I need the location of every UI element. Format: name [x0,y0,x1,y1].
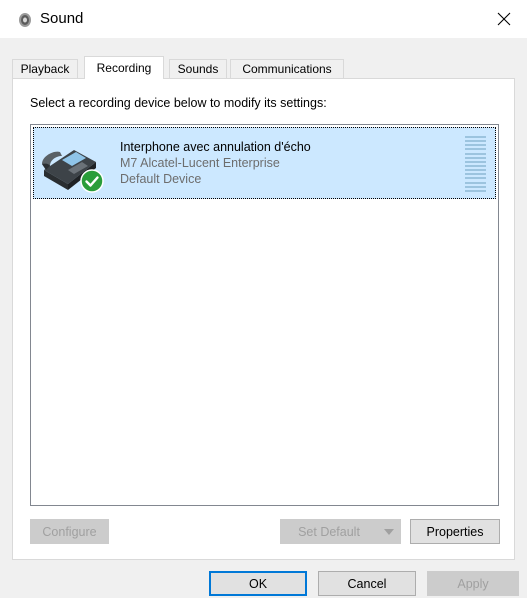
tab-playback[interactable]: Playback [12,59,78,78]
device-list-item[interactable]: Interphone avec annulation d'écho M7 Alc… [33,127,496,199]
default-check-icon [80,169,104,193]
tab-communications[interactable]: Communications [230,59,344,78]
device-name: Interphone avec annulation d'écho [120,140,311,154]
window-title: Sound [40,10,84,27]
device-status: Default Device [120,172,202,186]
close-button[interactable] [481,0,527,38]
device-driver: M7 Alcatel-Lucent Enterprise [120,156,280,170]
properties-button[interactable]: Properties [410,519,500,544]
tab-sounds[interactable]: Sounds [169,59,227,78]
configure-button[interactable]: Configure [30,519,109,544]
level-meter [465,136,486,192]
recording-tab-panel: Select a recording device below to modif… [12,78,515,560]
title-bar: Sound [0,0,527,38]
set-default-button[interactable]: Set Default [280,519,378,544]
set-default-dropdown[interactable] [377,519,401,544]
device-list[interactable]: Interphone avec annulation d'écho M7 Alc… [30,124,499,506]
ok-button[interactable]: OK [209,571,307,596]
apply-button[interactable]: Apply [427,571,519,596]
speaker-icon [19,13,31,27]
close-icon [497,12,511,26]
instruction-text: Select a recording device below to modif… [30,96,327,110]
chevron-down-icon [384,528,394,535]
tab-recording[interactable]: Recording [84,56,164,79]
cancel-button[interactable]: Cancel [318,571,416,596]
